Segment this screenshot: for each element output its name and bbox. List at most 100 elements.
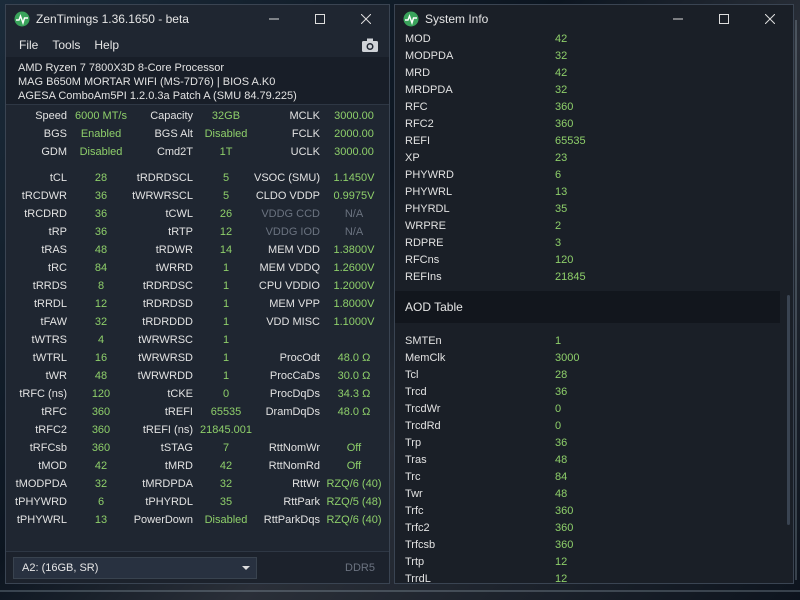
timing-label: ProcDqDs: [269, 388, 320, 400]
zentimings-window: ZenTimings 1.36.1650 - beta File Tools H…: [5, 4, 390, 584]
item-key: Trc: [405, 471, 421, 483]
timing-label: tRDRDDD: [142, 316, 193, 328]
item-key: SMTEn: [405, 335, 442, 347]
timing-label: RttParkDqs: [263, 514, 320, 526]
timing-label: Capacity: [150, 110, 193, 122]
timing-label: MEM VPP: [269, 298, 320, 310]
timing-label: tRDRDSC: [142, 280, 193, 292]
item-value: 360: [555, 118, 574, 130]
menu-file[interactable]: File: [14, 38, 43, 52]
timing-label: tRDWR: [155, 244, 193, 256]
board-name: MAG B650M MORTAR WIFI (MS-7D76) | BIOS A…: [18, 76, 276, 88]
item-value: 28: [555, 369, 568, 381]
system-info-block: AMD Ryzen 7 7800X3D 8-Core Processor MAG…: [6, 57, 389, 105]
timing-label: GDM: [41, 146, 67, 158]
timing-value: 3000.00: [334, 110, 374, 122]
maximize-button[interactable]: [297, 5, 343, 33]
timing-label: tRC: [48, 262, 67, 274]
item-key: Trfc2: [405, 522, 430, 534]
item-key: PHYRDL: [405, 203, 450, 215]
timing-value: RZQ/5 (48): [326, 496, 382, 508]
cpu-name: AMD Ryzen 7 7800X3D 8-Core Processor: [18, 62, 225, 74]
timing-value: 1.1000V: [333, 316, 375, 328]
timing-label: PowerDown: [133, 514, 193, 526]
timing-label: RttPark: [283, 496, 320, 508]
maximize-icon: [719, 14, 729, 24]
sysinfo-list[interactable]: MOD 42 MODPDA 32 MRD 42 MRDPDA 32 RFC 360 RFC2 360 R…: [395, 33, 793, 583]
timing-label: tPHYWRL: [16, 514, 67, 526]
item-key: RFCns: [405, 254, 440, 266]
item-key: Twr: [405, 488, 423, 500]
camera-icon[interactable]: [361, 37, 379, 53]
menubar: File Tools Help: [6, 33, 389, 57]
item-value: 84: [555, 471, 568, 483]
item-value: 65535: [555, 135, 586, 147]
sysinfo-maximize-button[interactable]: [701, 5, 747, 33]
sysinfo-title: System Info: [425, 12, 489, 26]
zentimings-titlebar[interactable]: ZenTimings 1.36.1650 - beta: [6, 5, 389, 33]
timing-label: tWR: [45, 370, 67, 382]
timing-value: RZQ/6 (40): [326, 514, 382, 526]
item-value: 21845: [555, 271, 586, 283]
scrollbar[interactable]: [787, 295, 790, 525]
list-item: Twr 48: [395, 488, 793, 505]
timing-value: Off: [346, 442, 362, 454]
item-key: WRPRE: [405, 220, 446, 232]
item-value: 32: [555, 50, 568, 62]
item-key: Trfcsb: [405, 539, 436, 551]
item-key: MOD: [405, 33, 431, 45]
timing-label: tCL: [49, 172, 67, 184]
timing-value: RZQ/6 (40): [326, 478, 382, 490]
timing-label: tPHYRDL: [145, 496, 193, 508]
timing-label: ProcCaDs: [269, 370, 320, 382]
item-key: MODPDA: [405, 50, 454, 62]
timing-label: tMODPDA: [15, 478, 67, 490]
timing-value: 1.8000V: [333, 298, 375, 310]
item-key: MRD: [405, 67, 431, 79]
timing-label: tRFC2: [35, 424, 67, 436]
list-item: Trcd 36: [395, 386, 793, 403]
item-value: 360: [555, 101, 574, 113]
list-item: Tcl 28: [395, 369, 793, 386]
list-item: Trfc 360: [395, 505, 793, 522]
item-key: MRDPDA: [405, 84, 453, 96]
menu-help[interactable]: Help: [89, 38, 124, 52]
list-item: TrcdRd 0: [395, 420, 793, 437]
timing-label: Speed: [35, 110, 67, 122]
minimize-icon: [269, 18, 279, 20]
sysinfo-minimize-button[interactable]: [655, 5, 701, 33]
item-value: 2: [555, 220, 562, 232]
window-title: ZenTimings 1.36.1650 - beta: [36, 12, 189, 26]
timing-label: tWTRS: [31, 334, 67, 346]
timing-value: 1.2000V: [333, 280, 375, 292]
minimize-button[interactable]: [251, 5, 297, 33]
list-item: XP 23: [395, 152, 793, 169]
maximize-icon: [315, 14, 325, 24]
item-value: 3000: [555, 352, 580, 364]
timing-label: VDDG CCD: [261, 208, 320, 220]
sysinfo-titlebar[interactable]: System Info: [395, 5, 793, 33]
timing-label: CPU VDDIO: [258, 280, 320, 292]
timing-value: 48.0 Ω: [337, 352, 371, 364]
timing-value: 1: [222, 334, 230, 346]
item-value: 360: [555, 522, 574, 534]
item-value: 35: [555, 203, 568, 215]
item-key: REFI: [405, 135, 431, 147]
sysinfo-close-button[interactable]: [747, 5, 793, 33]
list-item: Trc 84: [395, 471, 793, 488]
timing-label: tREFI: [164, 406, 193, 418]
timing-value: 1.2600V: [333, 262, 375, 274]
item-value: 23: [555, 152, 568, 164]
dimm-select[interactable]: A2: (16GB, SR): [13, 557, 257, 579]
chevron-down-icon: [242, 566, 250, 570]
menu-tools[interactable]: Tools: [47, 38, 85, 52]
timing-value: N/A: [344, 208, 364, 220]
list-item: Trtp 12: [395, 556, 793, 573]
timing-label: tRRDS: [32, 280, 67, 292]
timing-label: tPHYWRD: [15, 496, 67, 508]
list-item: MODPDA 32: [395, 50, 793, 67]
timing-label: tRDRDSCL: [136, 172, 193, 184]
timing-value: 1.3800V: [333, 244, 375, 256]
list-item: Trp 36: [395, 437, 793, 454]
close-button[interactable]: [343, 5, 389, 33]
